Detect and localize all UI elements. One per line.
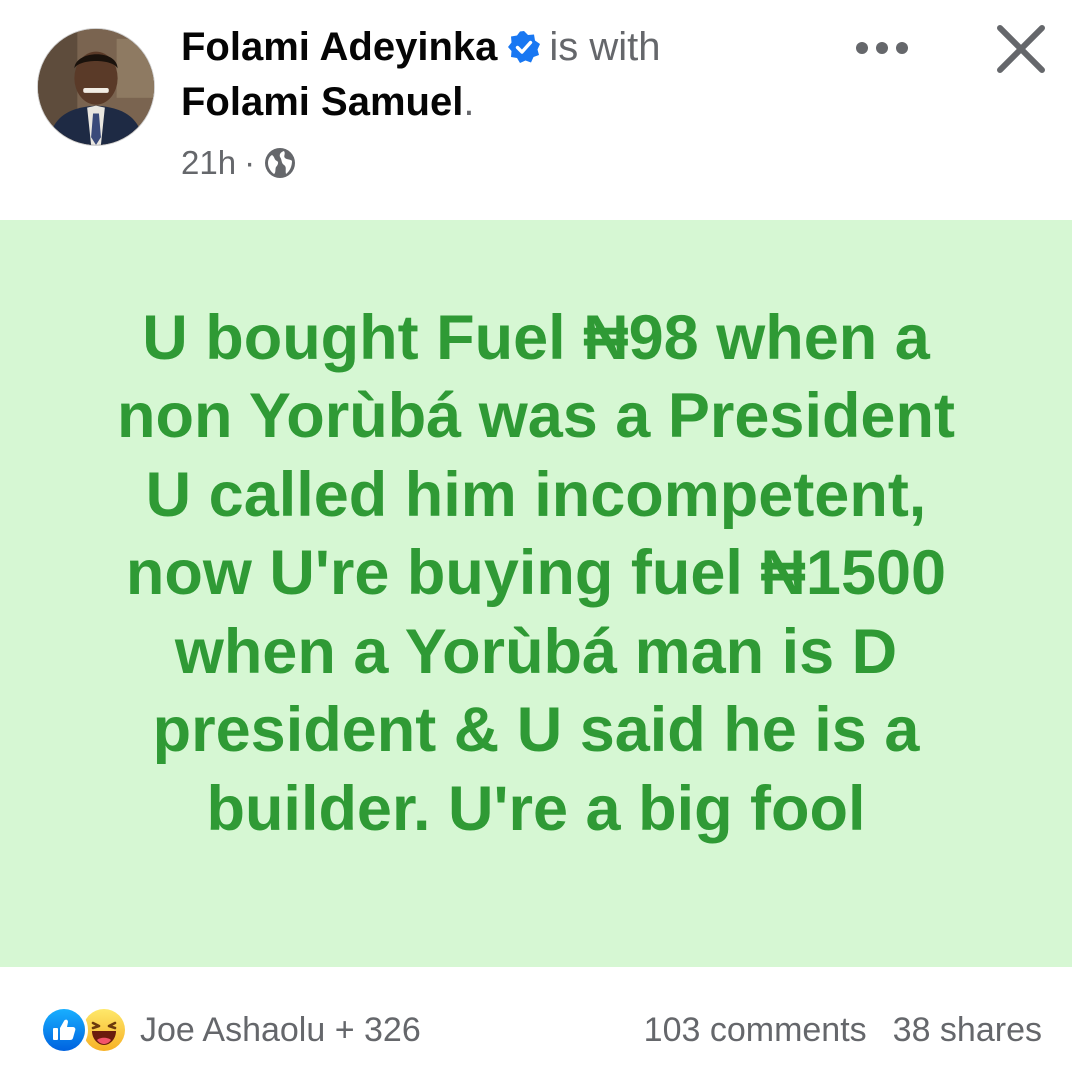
shares-count[interactable]: 38 shares [893, 1011, 1042, 1050]
more-options-icon[interactable] [842, 26, 922, 70]
author-line: Folami Adeyinka is with [181, 22, 661, 72]
post-meta: 21h · [181, 142, 297, 184]
like-reaction-icon [40, 1006, 88, 1054]
author-name[interactable]: Folami Adeyinka [181, 22, 497, 72]
engagement-counts: 103 comments 38 shares [644, 1005, 1042, 1055]
tagged-user-link[interactable]: Folami Samuel [181, 80, 463, 124]
facebook-post: Folami Adeyinka is with Folami Samuel. 2… [0, 0, 1072, 1072]
tagged-line: Folami Samuel. [181, 77, 474, 127]
post-footer: Joe Ashaolu + 326 103 comments 38 shares [0, 967, 1072, 1072]
post-text-line: U bought Fuel ₦98 when a [142, 302, 930, 373]
post-text-line: when a Yorùbá man is D [174, 616, 898, 687]
post-text-line: non Yorùbá was a President [117, 381, 955, 452]
post-text-line: now U're buying fuel ₦1500 [125, 538, 947, 609]
reactors-text[interactable]: Joe Ashaolu + 326 [140, 1011, 421, 1050]
post-text-line: president & U said he is a [152, 695, 920, 766]
tagged-suffix: . [463, 80, 475, 124]
post-text: U bought Fuel ₦98 when a non Yorùbá was … [46, 299, 1026, 849]
post-header: Folami Adeyinka is with Folami Samuel. 2… [0, 0, 1072, 220]
close-icon[interactable] [990, 18, 1052, 80]
post-text-background: U bought Fuel ₦98 when a non Yorùbá was … [0, 220, 1072, 967]
verified-badge-icon [507, 30, 541, 64]
post-timestamp[interactable]: 21h [181, 144, 236, 182]
meta-separator: · [244, 144, 256, 181]
post-text-line: U called him incompetent, [145, 459, 927, 530]
globe-icon[interactable] [263, 146, 297, 180]
comments-count[interactable]: 103 comments [644, 1011, 867, 1050]
post-text-line: builder. U're a big fool [206, 773, 866, 844]
is-with-text: is with [549, 25, 661, 69]
reactions-summary[interactable]: Joe Ashaolu + 326 [40, 1005, 421, 1055]
author-avatar[interactable] [37, 28, 155, 146]
